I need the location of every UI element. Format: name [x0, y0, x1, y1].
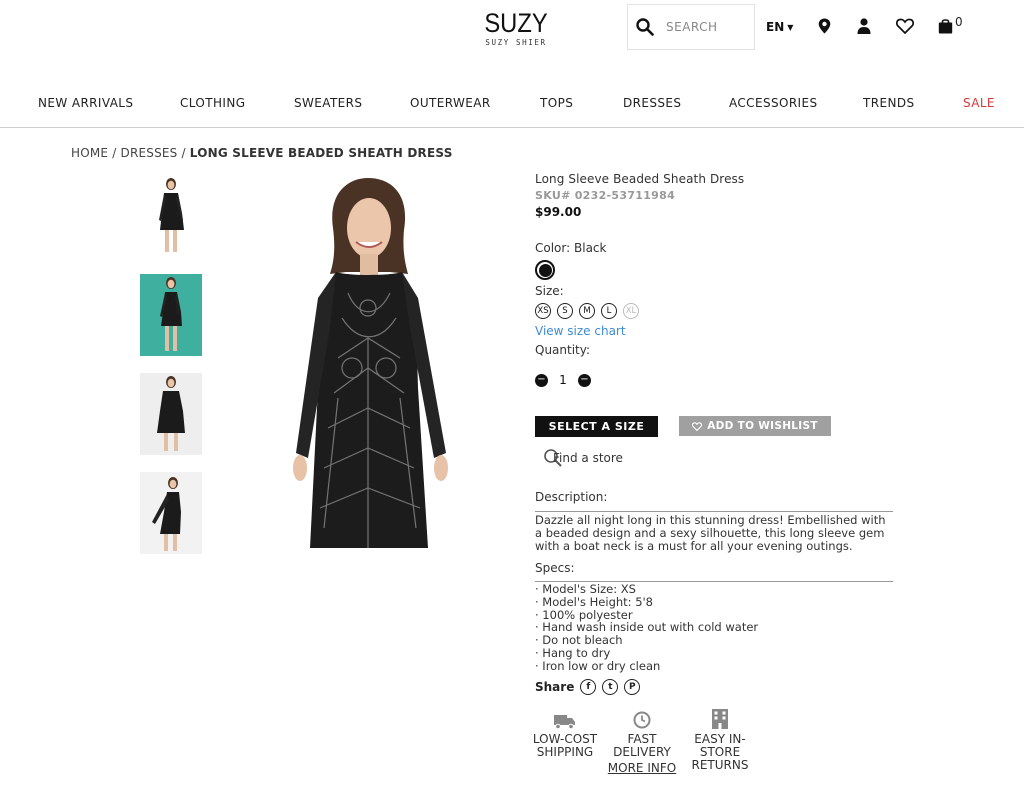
size-chart-link[interactable]: View size chart [535, 324, 626, 338]
cart-count: 0 [955, 15, 963, 29]
divider [535, 511, 893, 512]
thumbnail-image [140, 472, 202, 554]
breadcrumb-current: LONG SLEEVE BEADED SHEATH DRESS [189, 146, 453, 160]
logo-subtitle: SUZY SHIER [485, 38, 547, 47]
heart-icon [692, 421, 703, 431]
breadcrumb-separator: / [108, 146, 121, 160]
size-option-xl: XL [623, 303, 639, 319]
perk-low-cost-shipping: LOW-COST SHIPPING [530, 705, 600, 759]
spec-item: · Model's Size: XS [535, 582, 636, 596]
breadcrumb-dresses[interactable]: DRESSES [121, 146, 178, 160]
quantity-label: Quantity: [535, 343, 591, 357]
color-label: Color: [535, 241, 571, 255]
main-product-image[interactable] [278, 168, 458, 568]
find-store-link[interactable]: Find a store [543, 448, 623, 468]
spec-item: · Iron low or dry clean [535, 658, 661, 673]
shopping-bag-icon [938, 19, 953, 34]
thumbnail-image [140, 373, 202, 455]
perk-easy-returns: EASY IN-STORE RETURNS [685, 705, 755, 772]
find-store-label: Find a store [553, 451, 623, 465]
thumbnail-image [140, 274, 202, 356]
heart-icon [896, 18, 914, 34]
language-selector[interactable]: EN ▼ [766, 20, 793, 34]
product-sku: SKU# 0232-53711984 [535, 189, 676, 202]
account-button[interactable] [857, 18, 871, 34]
size-option-s[interactable]: S [557, 303, 573, 319]
breadcrumb: HOME / DRESSES / LONG SLEEVE BEADED SHEA… [71, 146, 453, 160]
breadcrumb-home[interactable]: HOME [71, 146, 108, 160]
user-icon [857, 18, 871, 34]
spec-item: · Model's Height: 5'8 [535, 594, 653, 609]
caret-down-icon: ▼ [787, 22, 794, 32]
twitter-icon[interactable]: t [602, 679, 619, 695]
quantity-increase-button[interactable]: − [578, 373, 591, 387]
size-option-l[interactable]: L [601, 303, 617, 319]
size-option-m[interactable]: M [579, 303, 595, 319]
size-label: Size: [535, 284, 564, 298]
quantity-stepper: − 1 − [535, 373, 591, 387]
size-option-xs[interactable]: XS [535, 303, 551, 319]
breadcrumb-separator: / [177, 146, 190, 160]
main-nav: NEW ARRIVALS CLOTHING SWEATERS OUTERWEAR… [0, 82, 1024, 128]
nav-item-clothing[interactable]: CLOTHING [180, 96, 245, 110]
product-thumbnail-1[interactable] [140, 175, 202, 257]
nav-item-accessories[interactable]: ACCESSORIES [729, 96, 818, 110]
model-photo [278, 168, 458, 568]
quantity-value[interactable]: 1 [558, 373, 568, 387]
search-box[interactable] [627, 4, 755, 50]
size-options: XS S M L XL [535, 303, 639, 319]
add-to-wishlist-label: ADD TO WISHLIST [707, 420, 818, 432]
description-label: Description: [535, 490, 608, 504]
nav-item-dresses[interactable]: DRESSES [623, 96, 681, 110]
thumbnail-image [140, 175, 202, 257]
product-thumbnail-4[interactable] [140, 472, 202, 554]
language-label: EN [766, 20, 785, 34]
perk-label: EASY IN-STORE RETURNS [691, 732, 749, 772]
specs-list: · Model's Size: XS · Model's Height: 5'8… [535, 583, 758, 673]
search-input[interactable] [666, 20, 746, 34]
product-title: Long Sleeve Beaded Sheath Dress [535, 172, 745, 186]
nav-item-tops[interactable]: TOPS [540, 96, 573, 110]
product-thumbnail-3[interactable] [140, 373, 202, 455]
pinterest-icon[interactable]: P [624, 679, 641, 695]
share-row: Share f t P [535, 679, 641, 695]
truck-icon [554, 715, 575, 729]
color-value: Black [574, 241, 607, 255]
perk-fast-delivery: FAST DELIVERY [607, 705, 677, 759]
more-info-link[interactable]: MORE INFO [607, 762, 677, 775]
perk-label: FAST DELIVERY [613, 732, 671, 759]
select-size-button[interactable]: SELECT A SIZE [535, 416, 658, 437]
product-thumbnail-2[interactable] [140, 274, 202, 356]
quantity-decrease-button[interactable]: − [535, 373, 548, 387]
nav-item-sweaters[interactable]: SWEATERS [294, 96, 362, 110]
product-description: Dazzle all night long in this stunning d… [535, 513, 886, 553]
cart-button[interactable]: 0 [938, 15, 963, 34]
nav-item-sale[interactable]: SALE [963, 96, 995, 110]
share-label: Share [535, 680, 575, 694]
spec-item: · Hang to dry [535, 645, 611, 660]
building-icon [712, 709, 728, 729]
perk-label: LOW-COST SHIPPING [532, 732, 598, 759]
add-to-wishlist-button[interactable]: ADD TO WISHLIST [679, 416, 831, 436]
specs-label: Specs: [535, 561, 575, 575]
swatch-fill [538, 263, 552, 277]
search-icon[interactable] [636, 18, 654, 36]
nav-item-outerwear[interactable]: OUTERWEAR [410, 96, 491, 110]
store-locator-button[interactable] [818, 18, 831, 34]
facebook-icon[interactable]: f [580, 679, 597, 695]
nav-item-trends[interactable]: TRENDS [863, 96, 914, 110]
color-row: Color: Black [535, 241, 606, 255]
site-logo[interactable]: SUZY SUZY SHIER [480, 8, 552, 48]
wishlist-header-button[interactable] [896, 18, 914, 34]
logo-wordmark: SUZY [484, 8, 548, 38]
product-price: $99.00 [535, 205, 582, 219]
color-swatch-black[interactable] [535, 260, 555, 280]
location-pin-icon [818, 18, 831, 34]
nav-item-new-arrivals[interactable]: NEW ARRIVALS [38, 96, 133, 110]
clock-icon [633, 711, 651, 729]
